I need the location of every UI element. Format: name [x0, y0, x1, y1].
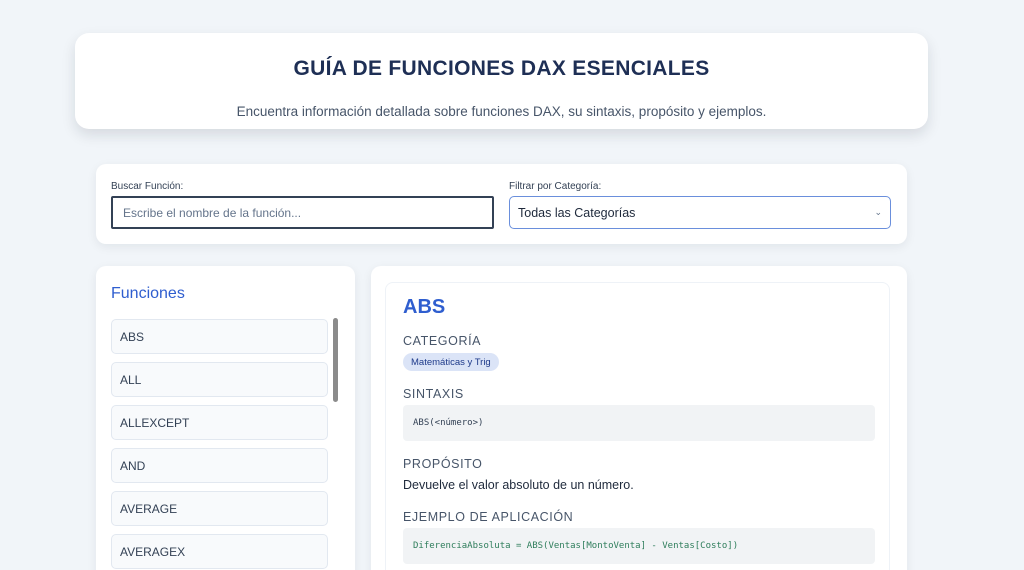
function-item-allexcept[interactable]: ALLEXCEPT [111, 405, 328, 440]
example-code: DiferenciaAbsoluta = ABS(Ventas[MontoVen… [403, 528, 875, 564]
chevron-down-icon: ⌄ [874, 207, 882, 217]
function-name: ABS [403, 296, 446, 318]
header-card: GUÍA DE FUNCIONES DAX ESENCIALES Encuent… [75, 33, 928, 129]
page-subtitle: Encuentra información detallada sobre fu… [236, 104, 767, 119]
category-select-value: Todas las Categorías [518, 205, 636, 220]
function-item-abs[interactable]: ABS [111, 319, 328, 354]
category-select[interactable]: Todas las Categorías ⌄ [509, 196, 891, 229]
function-list: ABS ALL ALLEXCEPT AND AVERAGE AVERAGEX [111, 319, 328, 570]
category-badge: Matemáticas y Trig [403, 353, 499, 371]
function-item-and[interactable]: AND [111, 448, 328, 483]
function-item-average[interactable]: AVERAGE [111, 491, 328, 526]
search-label: Buscar Función: [111, 181, 184, 192]
function-item-all[interactable]: ALL [111, 362, 328, 397]
purpose-text: Devuelve el valor absoluto de un número. [403, 478, 634, 492]
function-item-averagex[interactable]: AVERAGEX [111, 534, 328, 569]
page-title: GUÍA DE FUNCIONES DAX ESENCIALES [293, 57, 710, 80]
syntax-code: ABS(<número>) [403, 405, 875, 441]
search-input[interactable] [111, 196, 494, 229]
syntax-section-label: SINTAXIS [403, 387, 464, 401]
function-list-scrollbar[interactable] [333, 318, 338, 402]
example-section-label: EJEMPLO DE APLICACIÓN [403, 510, 574, 524]
function-list-panel: Funciones ABS ALL ALLEXCEPT AND AVERAGE … [96, 266, 355, 570]
category-filter-label: Filtrar por Categoría: [509, 181, 602, 192]
function-list-title: Funciones [111, 285, 185, 302]
category-section-label: CATEGORÍA [403, 334, 482, 348]
purpose-section-label: PROPÓSITO [403, 457, 483, 471]
filter-panel: Buscar Función: Filtrar por Categoría: T… [96, 164, 907, 244]
